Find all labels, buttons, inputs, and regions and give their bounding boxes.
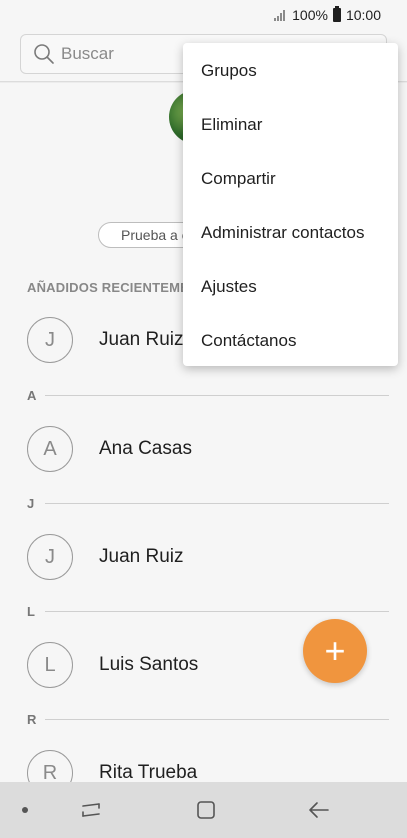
add-contact-button[interactable]: +: [303, 619, 367, 683]
menu-item-grupos[interactable]: Grupos: [183, 44, 398, 98]
contact-name: Juan Ruiz: [99, 546, 184, 567]
keyboard-dot-icon[interactable]: [22, 807, 28, 813]
menu-item-ajustes[interactable]: Ajustes: [183, 260, 398, 314]
home-icon[interactable]: [193, 798, 219, 822]
menu-item-administrar-contactos[interactable]: Administrar contactos: [183, 206, 398, 260]
contact-avatar: L: [27, 642, 73, 688]
status-bar: 100% 10:00: [0, 0, 407, 30]
recents-icon[interactable]: [78, 798, 104, 822]
recently-added-title: AÑADIDOS RECIENTEMEN: [27, 280, 199, 295]
contact-avatar: A: [27, 426, 73, 472]
clock: 10:00: [345, 7, 381, 23]
section-header-j: J: [27, 495, 389, 511]
section-letter: L: [27, 603, 35, 619]
contact-row-ana[interactable]: A Ana Casas: [27, 426, 192, 472]
contact-avatar: J: [27, 317, 73, 363]
contact-name: Rita Trueba: [99, 762, 198, 782]
battery-icon: [332, 6, 341, 22]
menu-item-compartir[interactable]: Compartir: [183, 152, 398, 206]
section-header-r: R: [27, 711, 389, 727]
navigation-bar: [0, 782, 407, 838]
contact-name: Juan Ruiz: [99, 329, 184, 350]
contact-row-luis[interactable]: L Luis Santos: [27, 642, 198, 688]
back-icon[interactable]: [306, 798, 332, 822]
contact-avatar: R: [27, 750, 73, 782]
battery-percent: 100%: [292, 7, 328, 23]
divider: [45, 610, 389, 612]
contact-avatar: J: [27, 534, 73, 580]
section-letter: J: [27, 495, 35, 511]
overflow-menu: Grupos Eliminar Compartir Administrar co…: [183, 43, 398, 366]
signal-icon: [274, 9, 286, 21]
divider: [45, 502, 389, 504]
divider: [45, 718, 389, 720]
menu-item-contactanos[interactable]: Contáctanos: [183, 314, 398, 368]
contact-row-recent-juan[interactable]: J Juan Ruiz: [27, 317, 184, 363]
menu-item-eliminar[interactable]: Eliminar: [183, 98, 398, 152]
search-icon: [34, 44, 54, 64]
contact-row-juan[interactable]: J Juan Ruiz: [27, 534, 184, 580]
contact-name: Ana Casas: [99, 438, 192, 459]
section-header-l: L: [27, 603, 389, 619]
contact-row-rita[interactable]: R Rita Trueba: [27, 750, 197, 782]
section-letter: A: [27, 387, 37, 403]
divider: [45, 394, 389, 396]
section-letter: R: [27, 711, 37, 727]
section-header-a: A: [27, 387, 389, 403]
contact-name: Luis Santos: [99, 654, 199, 675]
